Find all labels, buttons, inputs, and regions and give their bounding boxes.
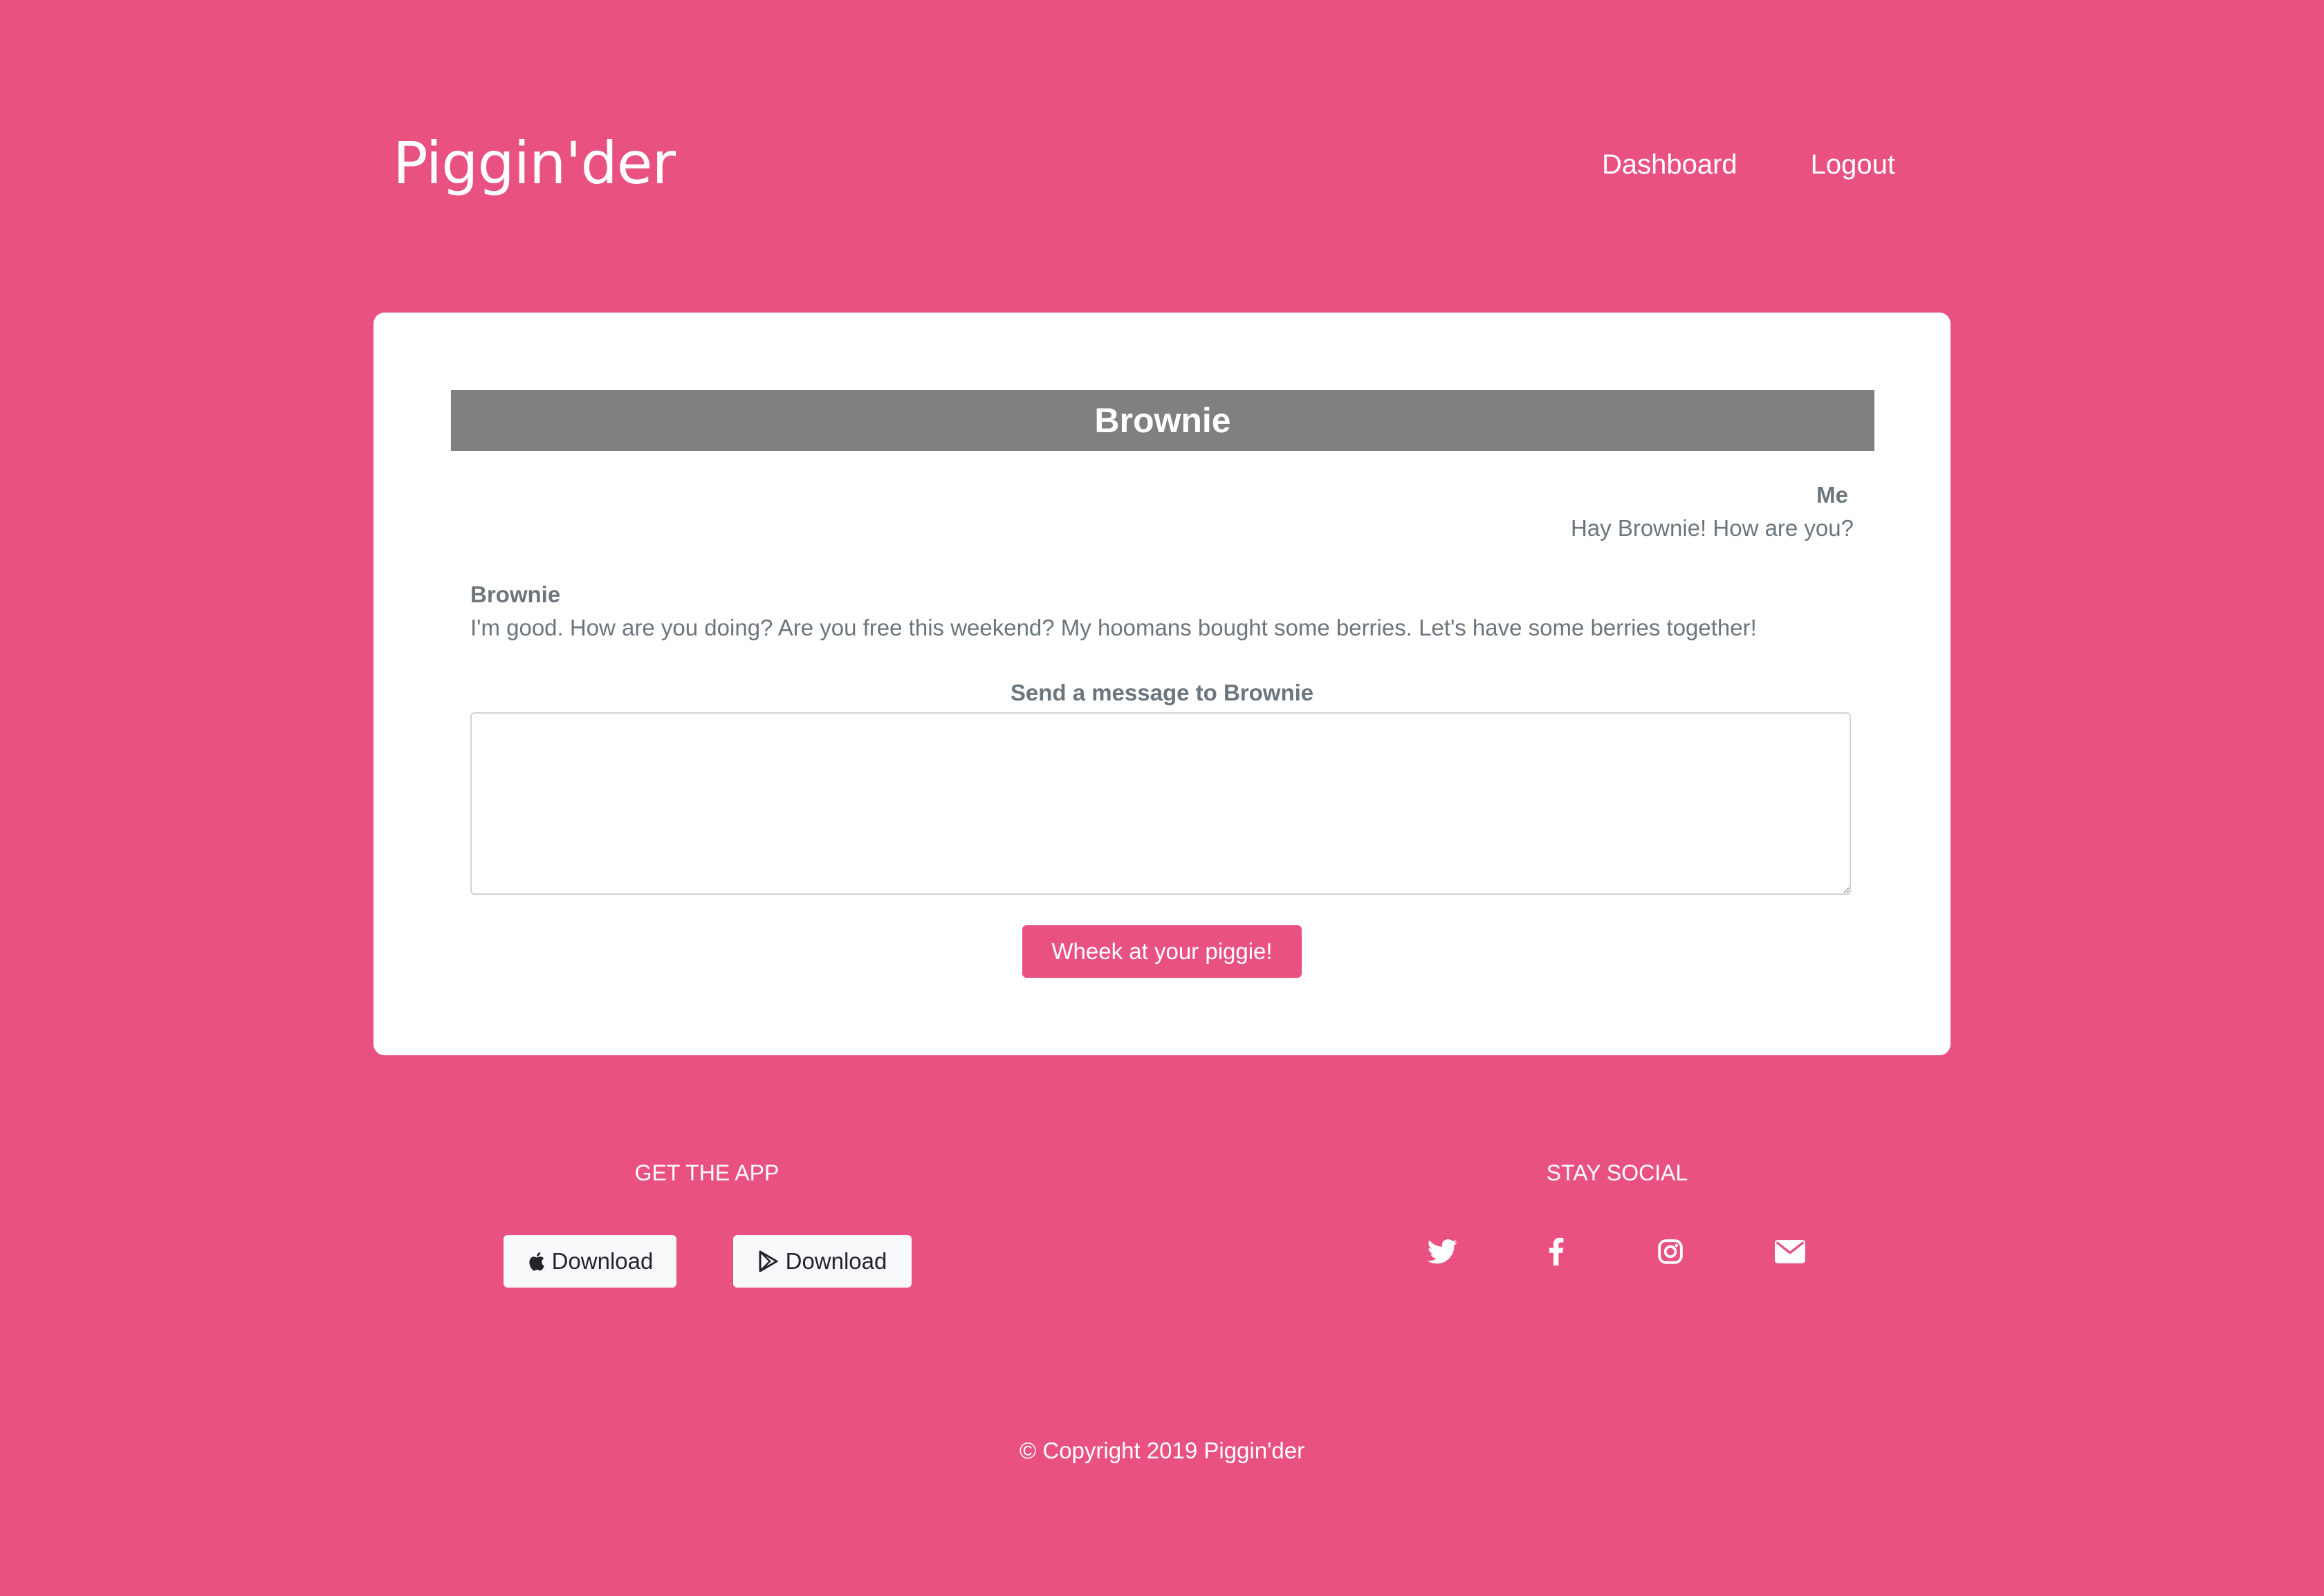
chat-card: Brownie Me Hay Brownie! How are you? Bro… bbox=[374, 313, 1950, 1055]
message-sender: Me bbox=[1816, 482, 1848, 508]
nav-logout-link[interactable]: Logout bbox=[1811, 142, 1895, 187]
message-sender: Brownie bbox=[470, 582, 561, 607]
google-play-icon bbox=[758, 1250, 779, 1272]
nav-dashboard-link[interactable]: Dashboard bbox=[1602, 142, 1737, 187]
app-store-download-button[interactable]: Download bbox=[504, 1235, 676, 1288]
stay-social-heading: STAY SOCIAL bbox=[1546, 1160, 1688, 1185]
instagram-icon[interactable] bbox=[1651, 1232, 1690, 1271]
chat-header: Brownie bbox=[451, 390, 1874, 451]
message-incoming: Brownie I'm good. How are you doing? Are… bbox=[470, 578, 1826, 644]
twitter-icon[interactable] bbox=[1423, 1232, 1462, 1271]
facebook-icon[interactable] bbox=[1537, 1232, 1576, 1271]
message-outgoing: Me Hay Brownie! How are you? bbox=[1571, 479, 1854, 545]
send-message-button[interactable]: Wheek at your piggie! bbox=[1022, 925, 1302, 978]
brand-logo[interactable]: Piggin'der bbox=[393, 124, 676, 202]
download-label: Download bbox=[551, 1248, 654, 1274]
copyright-text: © Copyright 2019 Piggin'der bbox=[1019, 1438, 1305, 1463]
mail-icon[interactable] bbox=[1771, 1232, 1809, 1271]
get-app-heading: GET THE APP bbox=[634, 1160, 780, 1185]
main-nav: Dashboard Logout bbox=[1602, 142, 1895, 187]
message-text: I'm good. How are you doing? Are you fre… bbox=[470, 615, 1757, 640]
apple-icon bbox=[527, 1251, 545, 1272]
message-input[interactable] bbox=[470, 712, 1851, 895]
google-play-download-button[interactable]: Download bbox=[733, 1235, 912, 1288]
message-text: Hay Brownie! How are you? bbox=[1570, 515, 1854, 541]
send-message-label: Send a message to Brownie bbox=[1010, 680, 1314, 705]
download-label: Download bbox=[785, 1248, 887, 1274]
